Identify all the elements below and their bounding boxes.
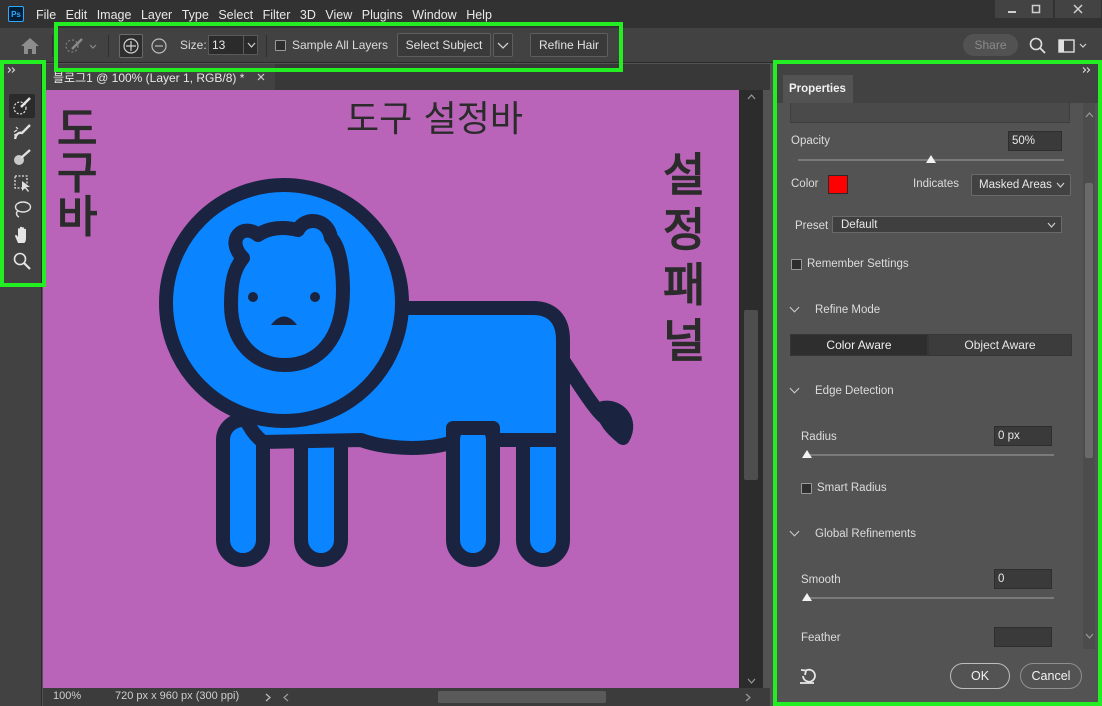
scroll-down-icon[interactable] [747,678,756,684]
menu-image[interactable]: Image [97,7,132,22]
status-bar: 100% 720 px x 960 px (300 ppi) [43,688,770,706]
menu-type[interactable]: Type [182,7,209,22]
maximize-icon [1031,4,1041,14]
scroll-up-icon[interactable] [747,94,756,100]
toolbar-highlight [0,60,46,287]
maximize-button[interactable] [1019,0,1053,18]
canvas-vertical-scrollbar[interactable] [740,90,763,688]
canvas-area[interactable]: 도 구 바 도구 설정바 설 정 패 널 [43,90,763,688]
share-button[interactable]: Share [963,34,1018,56]
horizontal-scrollbar-thumb[interactable] [438,691,606,703]
menu-plugins[interactable]: Plugins [362,7,403,22]
menu-window[interactable]: Window [412,7,456,22]
zoom-level[interactable]: 100% [53,690,81,702]
scroll-right-icon[interactable] [745,693,751,702]
workspace-icon[interactable] [1058,38,1088,54]
canvas[interactable]: 도 구 바 도구 설정바 설 정 패 널 [43,90,739,688]
panel-highlight [773,60,1102,706]
document-info[interactable]: 720 px x 960 px (300 ppi) [115,690,239,702]
menu-select[interactable]: Select [218,7,253,22]
scroll-left-icon[interactable] [283,693,289,702]
menu-edit[interactable]: Edit [66,7,88,22]
scrollbar-thumb[interactable] [744,310,758,480]
close-tab-icon[interactable] [257,73,265,81]
menu-file[interactable]: File [36,7,56,22]
lion-illustration [159,178,634,567]
menu-layer[interactable]: Layer [141,7,172,22]
close-icon [1073,4,1083,14]
photoshop-logo-icon: Ps [8,6,24,22]
search-icon[interactable] [1029,37,1047,55]
chevron-right-icon[interactable] [265,693,271,702]
menu-filter[interactable]: Filter [263,7,291,22]
options-bar-highlight [54,22,623,72]
menu-view[interactable]: View [325,7,352,22]
menu-3d[interactable]: 3D [300,7,316,22]
home-icon[interactable] [20,37,40,55]
menu-help[interactable]: Help [466,7,492,22]
minimize-icon [1008,11,1016,13]
separator [52,35,53,57]
close-button[interactable] [1055,0,1101,18]
